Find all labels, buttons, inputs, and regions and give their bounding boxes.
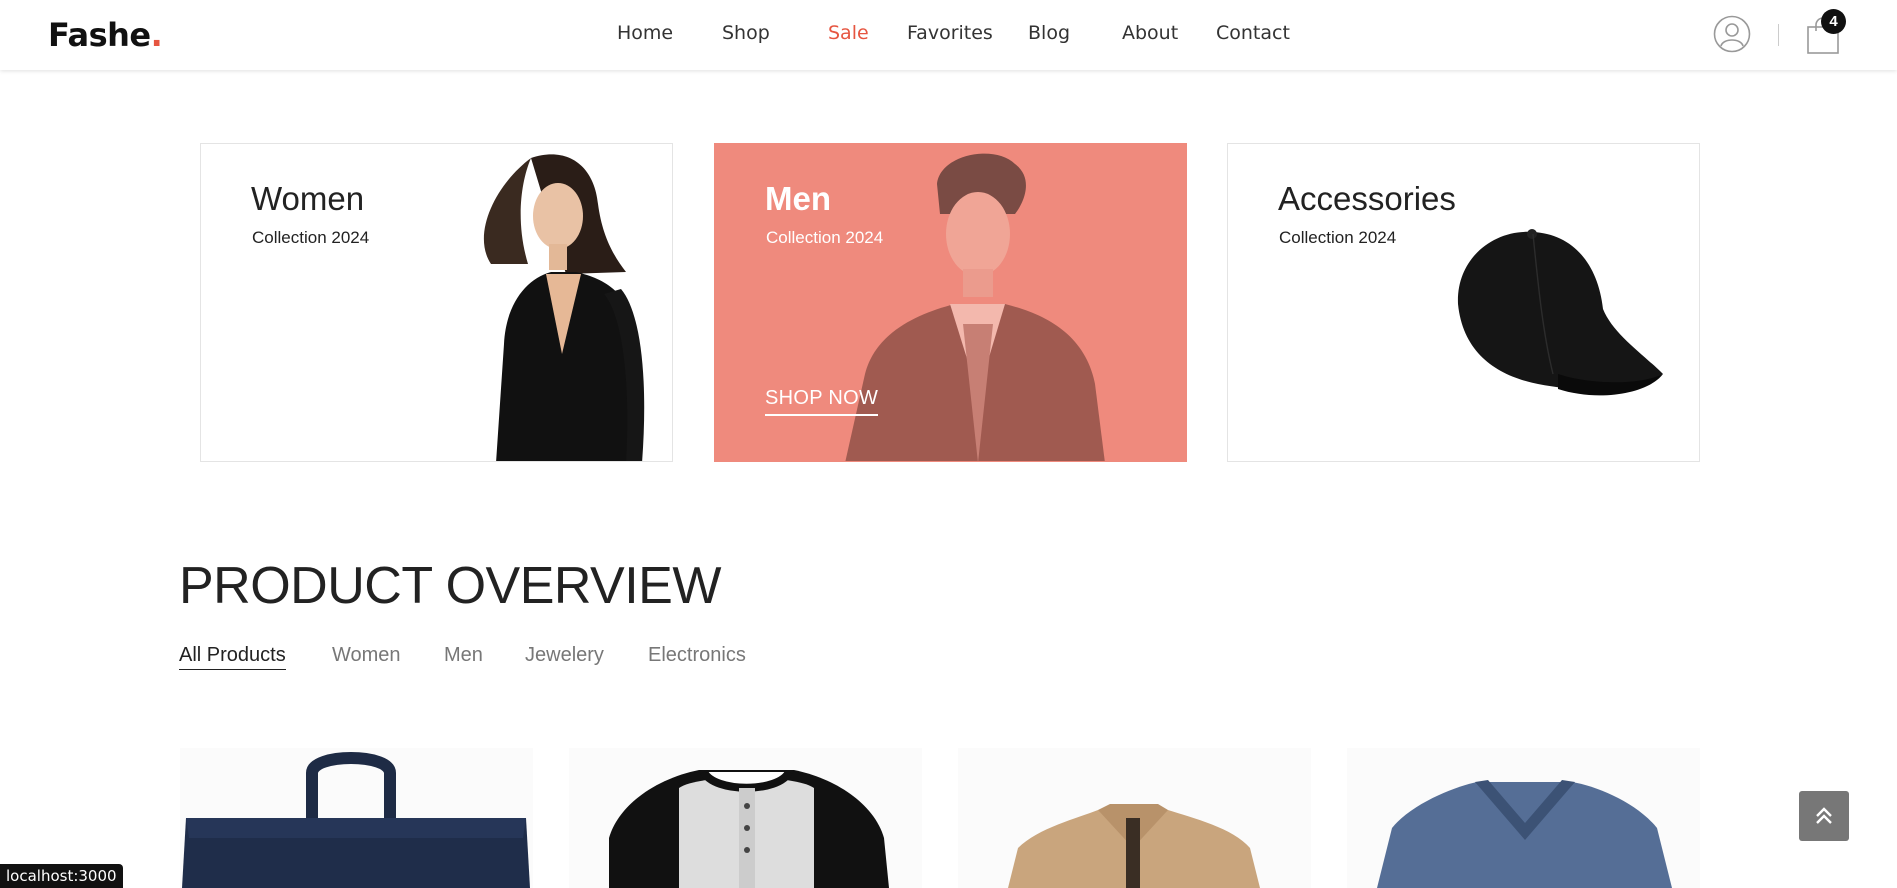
product-card-henley[interactable] [569, 748, 922, 888]
product-card-jacket[interactable] [958, 748, 1311, 888]
banner-title: Women [251, 180, 365, 217]
filter-electronics[interactable]: Electronics [648, 644, 746, 667]
banner-title: Men [765, 180, 831, 217]
section-title: PRODUCT OVERVIEW [179, 557, 721, 615]
user-circle-icon[interactable] [1713, 15, 1751, 53]
brand-name: Fashe [48, 16, 151, 54]
nav-blog[interactable]: Blog [1028, 22, 1070, 44]
men-model-image [845, 153, 1105, 461]
banner-subtitle: Collection 2024 [252, 228, 370, 247]
banner-accessories[interactable]: Accessories Collection 2024 [1227, 143, 1700, 462]
nav-sale[interactable]: Sale [828, 22, 869, 44]
banner-title: Accessories [1278, 180, 1456, 217]
jacket-image [1008, 804, 1260, 888]
banner-subtitle: Collection 2024 [766, 228, 884, 247]
nav-favorites[interactable]: Favorites [907, 22, 993, 44]
banner-subtitle: Collection 2024 [1279, 228, 1397, 247]
status-bar-url: localhost:3000 [0, 864, 123, 888]
site-header: Fashe. Home Shop Sale Favorites Blog Abo… [0, 0, 1897, 70]
shop-now-link[interactable]: SHOP NOW [765, 387, 879, 416]
henley-shirt-image [609, 769, 889, 888]
nav-home[interactable]: Home [617, 22, 673, 44]
backpack-image [182, 752, 530, 888]
cart-count-badge: 4 [1821, 9, 1846, 34]
product-card-backpack[interactable] [180, 748, 533, 888]
nav-contact[interactable]: Contact [1216, 22, 1290, 44]
double-chevron-up-icon [1816, 807, 1832, 824]
brand-dot: . [150, 16, 163, 54]
brand-logo[interactable]: Fashe. [48, 16, 163, 54]
cap-image [1457, 229, 1663, 396]
banner-men[interactable]: Men Collection 2024 SHOP NOW [714, 143, 1187, 462]
nav-shop[interactable]: Shop [722, 22, 770, 44]
tshirt-image [1377, 780, 1672, 888]
filter-all-products[interactable]: All Products [179, 644, 286, 670]
back-to-top-button[interactable] [1799, 791, 1849, 841]
banner-women[interactable]: Women Collection 2024 [200, 143, 673, 462]
filter-women[interactable]: Women [332, 644, 401, 667]
product-card-tshirt[interactable] [1347, 748, 1700, 888]
nav-about[interactable]: About [1122, 22, 1178, 44]
women-model-image [483, 154, 645, 461]
header-divider [1778, 24, 1779, 46]
filter-men[interactable]: Men [444, 644, 483, 667]
filter-jewelery[interactable]: Jewelery [525, 644, 604, 667]
